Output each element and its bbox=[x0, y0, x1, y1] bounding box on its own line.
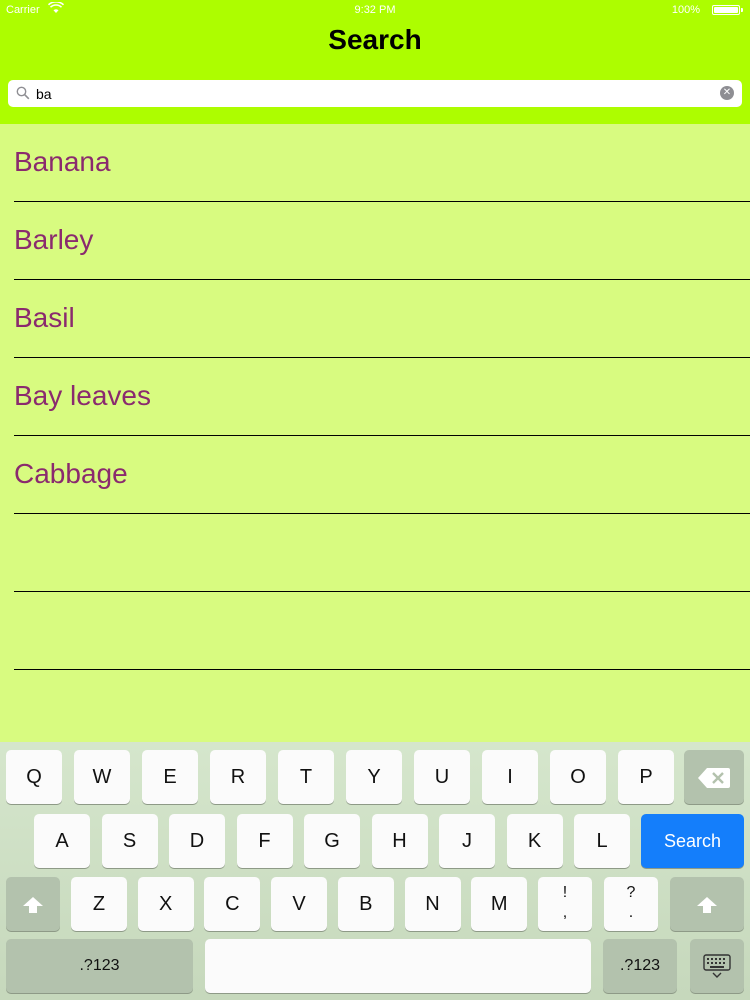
dismiss-keyboard-key[interactable] bbox=[690, 939, 744, 993]
key-secondary-glyph: . bbox=[628, 904, 634, 921]
shift-key-right[interactable] bbox=[670, 877, 744, 931]
key-z[interactable]: Z bbox=[71, 877, 127, 931]
page-title: Search bbox=[328, 24, 422, 55]
key-b[interactable]: B bbox=[337, 877, 394, 931]
search-input[interactable] bbox=[36, 80, 696, 107]
key-x[interactable]: X bbox=[137, 877, 194, 931]
list-item bbox=[0, 592, 750, 670]
key-l[interactable]: L bbox=[574, 814, 630, 868]
key-q[interactable]: Q bbox=[6, 750, 62, 804]
list-item[interactable]: Basil bbox=[0, 280, 750, 358]
key-secondary-glyph: , bbox=[562, 904, 568, 921]
key-k[interactable]: K bbox=[506, 814, 563, 868]
shift-key-left[interactable] bbox=[6, 877, 60, 931]
results-list: Banana Barley Basil Bay leaves Cabbage bbox=[0, 124, 750, 670]
key-t[interactable]: T bbox=[278, 750, 334, 804]
clock: 9:32 PM bbox=[354, 4, 396, 16]
key-g[interactable]: G bbox=[304, 814, 360, 868]
search-key[interactable]: Search bbox=[641, 814, 744, 868]
navigation-bar: Carrier 9:32 PM 100% Search ✕ bbox=[0, 0, 750, 124]
key-m[interactable]: M bbox=[471, 877, 528, 931]
backspace-icon bbox=[698, 767, 730, 788]
shift-icon bbox=[23, 896, 43, 913]
search-bar[interactable]: ✕ bbox=[8, 80, 742, 107]
battery-percentage: 100% bbox=[671, 4, 700, 16]
clear-icon[interactable]: ✕ bbox=[720, 86, 734, 100]
key-f[interactable]: F bbox=[236, 814, 293, 868]
keyboard: Q W E R T Y U I O P A S D F G H J K L Search Z X C V B N M!,?. .?12… bbox=[0, 742, 750, 1000]
backspace-key[interactable] bbox=[684, 750, 744, 804]
key-j[interactable]: J bbox=[439, 814, 495, 868]
key-i[interactable]: I bbox=[482, 750, 538, 804]
list-item-label: Barley bbox=[14, 224, 94, 255]
list-item-label: Cabbage bbox=[14, 458, 128, 489]
key-u[interactable]: U bbox=[414, 750, 470, 804]
list-item[interactable]: Barley bbox=[0, 202, 750, 280]
key-n[interactable]: N bbox=[404, 877, 461, 931]
row-separator bbox=[14, 669, 750, 670]
key-d[interactable]: D bbox=[169, 814, 225, 868]
key-h[interactable]: H bbox=[371, 814, 428, 868]
list-item-label: Basil bbox=[14, 302, 75, 333]
keyboard-dismiss-icon bbox=[703, 954, 731, 978]
list-item[interactable]: Bay leaves bbox=[0, 358, 750, 436]
list-item[interactable]: Banana bbox=[0, 124, 750, 202]
space-bar[interactable] bbox=[205, 939, 591, 993]
numbers-key-left[interactable]: .?123 bbox=[6, 939, 193, 993]
key-e[interactable]: E bbox=[142, 750, 198, 804]
key-p[interactable]: P bbox=[618, 750, 674, 804]
search-icon bbox=[16, 86, 30, 100]
list-item-label: Bay leaves bbox=[14, 380, 151, 411]
key-s[interactable]: S bbox=[101, 814, 158, 868]
key-primary-glyph: ! bbox=[562, 884, 568, 901]
list-item-label: Banana bbox=[14, 146, 111, 177]
key-w[interactable]: W bbox=[74, 750, 130, 804]
key-y[interactable]: Y bbox=[346, 750, 402, 804]
key-v[interactable]: V bbox=[271, 877, 328, 931]
key-a[interactable]: A bbox=[34, 814, 90, 868]
exclamation-comma-key[interactable]: !, bbox=[538, 877, 592, 931]
list-item[interactable]: Cabbage bbox=[0, 436, 750, 514]
key-primary-glyph: ? bbox=[626, 884, 636, 901]
key-r[interactable]: R bbox=[210, 750, 266, 804]
question-period-key[interactable]: ?. bbox=[604, 877, 658, 931]
key-c[interactable]: C bbox=[204, 877, 261, 931]
battery-icon bbox=[712, 5, 743, 15]
key-o[interactable]: O bbox=[550, 750, 606, 804]
numbers-key-right[interactable]: .?123 bbox=[603, 939, 677, 993]
list-item bbox=[0, 514, 750, 592]
shift-icon bbox=[697, 896, 717, 913]
